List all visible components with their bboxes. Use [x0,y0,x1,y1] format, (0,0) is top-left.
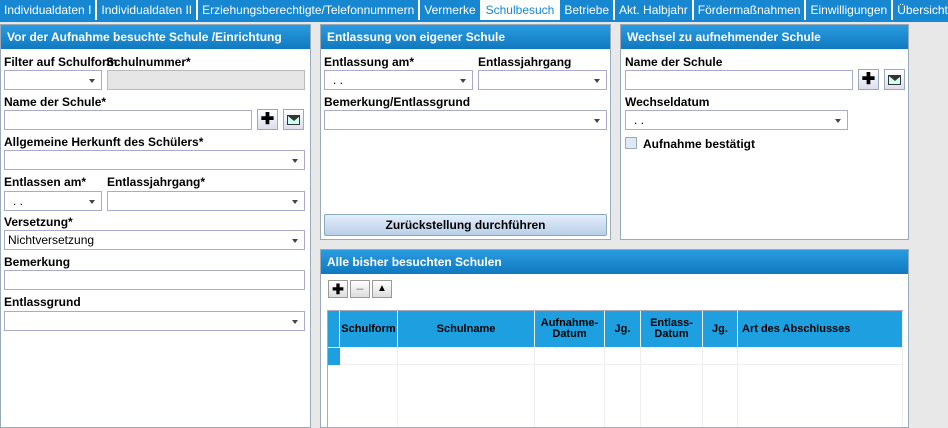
tab-individualdaten-ii[interactable]: Individualdaten II [97,0,199,20]
tab-fördermaßnahmen[interactable]: Fördermaßnahmen [693,0,807,20]
entlassjahrgang-label: Entlassjahrgang* [107,175,206,189]
panel-title: Entlassung von eigener Schule [321,25,610,49]
aufnahme-bestaetigt-label: Aufnahme bestätigt [643,137,756,151]
zurueckstellung-button[interactable]: Zurückstellung durchführen [324,214,607,236]
entlassjahrgang-select[interactable] [478,70,607,90]
entlassung-label: Entlassung am* [324,55,415,69]
wechseldatum-label: Wechseldatum [625,95,710,109]
panel-title: Vor der Aufnahme besuchte Schule /Einric… [1,25,310,49]
move-up-button[interactable]: ▲ [372,280,392,298]
plus-icon: ✚ [260,111,275,128]
versetzung-label: Versetzung* [4,215,73,229]
schulnummer-label: Schulnummer* [106,55,191,69]
tab-betriebe[interactable]: Betriebe [560,0,616,20]
envelope-icon [287,115,300,125]
column-header[interactable]: Art des Abschlusses [738,311,903,347]
remove-row-button[interactable]: − [350,280,370,298]
row-indicator[interactable] [328,348,340,365]
tab-vermerke[interactable]: Vermerke [420,0,482,20]
schulform-filter-select[interactable] [4,70,102,90]
target-school-name-field[interactable] [625,70,853,90]
bemerkung-label: Bemerkung [4,255,71,269]
filter-label: Filter auf Schulform [4,55,118,69]
envelope-icon [888,75,901,85]
tab-erziehungsberechtigte-telefonnummern[interactable]: Erziehungsberechtigte/Telefonnummern [198,0,421,20]
own-school-discharge-panel: Entlassung von eigener Schule Entlassung… [320,24,611,240]
column-header[interactable]: Schulname [398,311,535,347]
minus-icon: − [355,281,365,297]
school-name-label: Name der Schule* [4,95,107,109]
previous-school-panel: Vor der Aufnahme besuchte Schule /Einric… [0,24,311,428]
school-history-table[interactable]: Schulform Schulname Aufnahme- Datum Jg. Entl… [327,310,903,428]
add-row-button[interactable]: ✚ [328,280,348,298]
tab-schulbesuch[interactable]: Schulbesuch [481,0,561,20]
mail-target-school-button[interactable] [884,69,905,90]
panel-title: Wechsel zu aufnehmender Schule [621,25,908,49]
column-header[interactable]: Aufnahme- Datum [535,311,605,347]
tab-akt-halbjahr[interactable]: Akt. Halbjahr [615,0,694,20]
column-header[interactable]: Schulform [340,311,398,347]
plus-icon: ✚ [861,71,876,88]
tab-bar: Individualdaten I Individualdaten II Erzie… [0,0,948,20]
bemerkung-entlassgrund-select[interactable] [324,110,607,130]
target-school-name-label: Name der Schule [625,55,723,69]
herkunft-label: Allgemeine Herkunft des Schülers* [4,135,204,149]
school-history-panel: Alle bisher besuchten Schulen ✚ − ▲ Schu… [320,249,909,428]
entlassjahrgang-select[interactable] [107,191,305,211]
arrow-up-icon: ▲ [377,283,387,294]
tab-übersicht[interactable]: Übersicht [893,0,948,20]
row-indicator-header [328,311,340,347]
mail-school-button[interactable] [283,109,304,130]
school-name-field[interactable] [4,110,252,130]
aufnahme-bestaetigt-checkbox[interactable] [625,137,637,149]
column-header[interactable]: Entlass- Datum [641,311,703,347]
tab-underline [0,20,948,22]
tab-einwilligungen[interactable]: Einwilligungen [806,0,894,20]
table-row[interactable] [340,347,903,365]
add-target-school-button[interactable]: ✚ [858,69,879,90]
add-school-button[interactable]: ✚ [257,109,278,130]
entlassen-date-select[interactable]: . . [4,191,102,211]
entlassen-label: Entlassen am* [4,175,87,189]
versetzung-select[interactable]: Nichtversetzung [4,230,305,250]
herkunft-select[interactable] [4,150,305,170]
panel-title: Alle bisher besuchten Schulen [321,250,908,274]
entlassjahrgang-label: Entlassjahrgang [478,55,572,69]
transfer-school-panel: Wechsel zu aufnehmender Schule Name der … [620,24,909,240]
tab-individualdaten-i[interactable]: Individualdaten I [0,0,98,20]
plus-icon: ✚ [332,281,344,297]
bemerkung-field[interactable] [4,270,305,290]
entlassgrund-label: Entlassgrund [4,295,81,309]
wechseldatum-select[interactable]: . . [625,110,848,130]
bemerkung-entlassgrund-label: Bemerkung/Entlassgrund [324,95,471,109]
entlassung-date-select[interactable]: . . [324,70,473,90]
column-header[interactable]: Jg. [703,311,738,347]
column-header[interactable]: Jg. [605,311,641,347]
schulnummer-field[interactable] [107,70,305,90]
entlassgrund-select[interactable] [4,311,305,331]
